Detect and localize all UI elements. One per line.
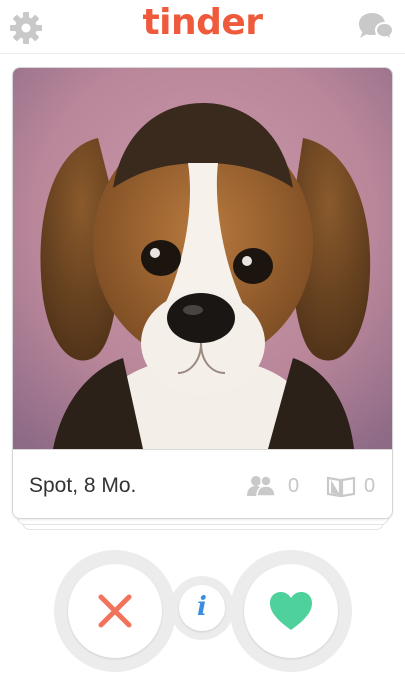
tinder-logo: tinder <box>0 2 405 43</box>
like-button[interactable] <box>230 550 352 672</box>
nope-button-face <box>68 564 162 658</box>
info-button-face: i <box>179 585 225 631</box>
logo-text: tinder <box>142 2 263 43</box>
profile-card[interactable]: Spot, 8 Mo. 0 0 <box>12 67 393 519</box>
card-info-bar: Spot, 8 Mo. 0 0 <box>13 449 392 518</box>
profile-photo <box>13 68 392 449</box>
book-icon <box>326 476 356 497</box>
info-icon: i <box>197 592 207 622</box>
profile-name-age: Spot, 8 Mo. <box>29 474 137 497</box>
shared-interests-count: 0 <box>364 475 376 497</box>
friends-icon <box>247 475 276 497</box>
info-button[interactable]: i <box>170 576 234 640</box>
chat-bubbles-icon[interactable] <box>355 10 395 46</box>
top-bar: tinder <box>0 0 405 54</box>
x-icon <box>98 594 132 628</box>
nope-button[interactable] <box>54 550 176 672</box>
shared-friends-count: 0 <box>288 475 300 497</box>
heart-icon <box>270 592 312 630</box>
like-button-face <box>244 564 338 658</box>
